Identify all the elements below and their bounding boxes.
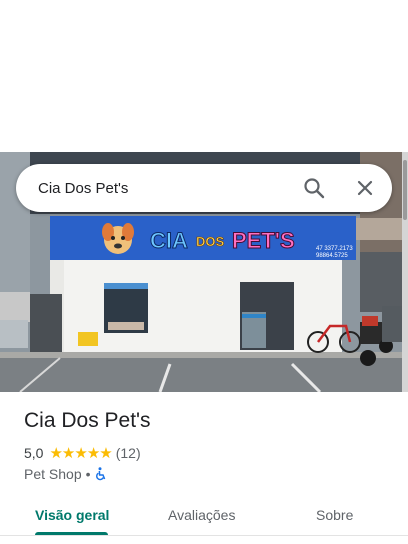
close-icon	[357, 180, 373, 196]
separator-dot: •	[85, 466, 91, 482]
star-icon: ★	[61, 444, 75, 462]
star-rating: ★ ★ ★ ★ ★	[49, 444, 112, 462]
search-bar	[16, 164, 392, 212]
search-button[interactable]	[298, 172, 330, 204]
sign-phone-1: 47 3377.2173	[316, 246, 353, 252]
tab-overview[interactable]: Visão geral	[35, 497, 109, 533]
sign-text-pets: PET'S	[232, 228, 295, 253]
sign-text-dos: DOS	[196, 234, 225, 249]
tab-about[interactable]: Sobre	[316, 497, 353, 533]
review-count[interactable]: (12)	[116, 445, 141, 461]
photo-scrollbar-thumb[interactable]	[403, 160, 407, 220]
sign-text-cia: CIA	[150, 228, 188, 253]
sign-phone-2: 98864.5725	[316, 253, 348, 259]
place-name: Cia Dos Pet's	[24, 409, 151, 432]
star-icon: ★	[86, 444, 100, 462]
rating-value: 5,0	[24, 445, 44, 461]
category-row: Pet Shop •	[24, 465, 107, 483]
clear-search-button[interactable]	[349, 172, 381, 204]
place-category[interactable]: Pet Shop	[24, 466, 82, 482]
tab-divider	[0, 535, 408, 536]
wheelchair-accessible-icon[interactable]	[95, 467, 107, 481]
star-icon: ★	[99, 444, 112, 462]
search-input[interactable]	[38, 164, 288, 212]
search-icon	[304, 178, 325, 199]
tab-reviews[interactable]: Avaliações	[168, 497, 235, 533]
star-icon: ★	[74, 444, 87, 462]
star-icon: ★	[49, 444, 62, 462]
rating-row: 5,0 ★ ★ ★ ★ ★ (12)	[24, 444, 141, 462]
